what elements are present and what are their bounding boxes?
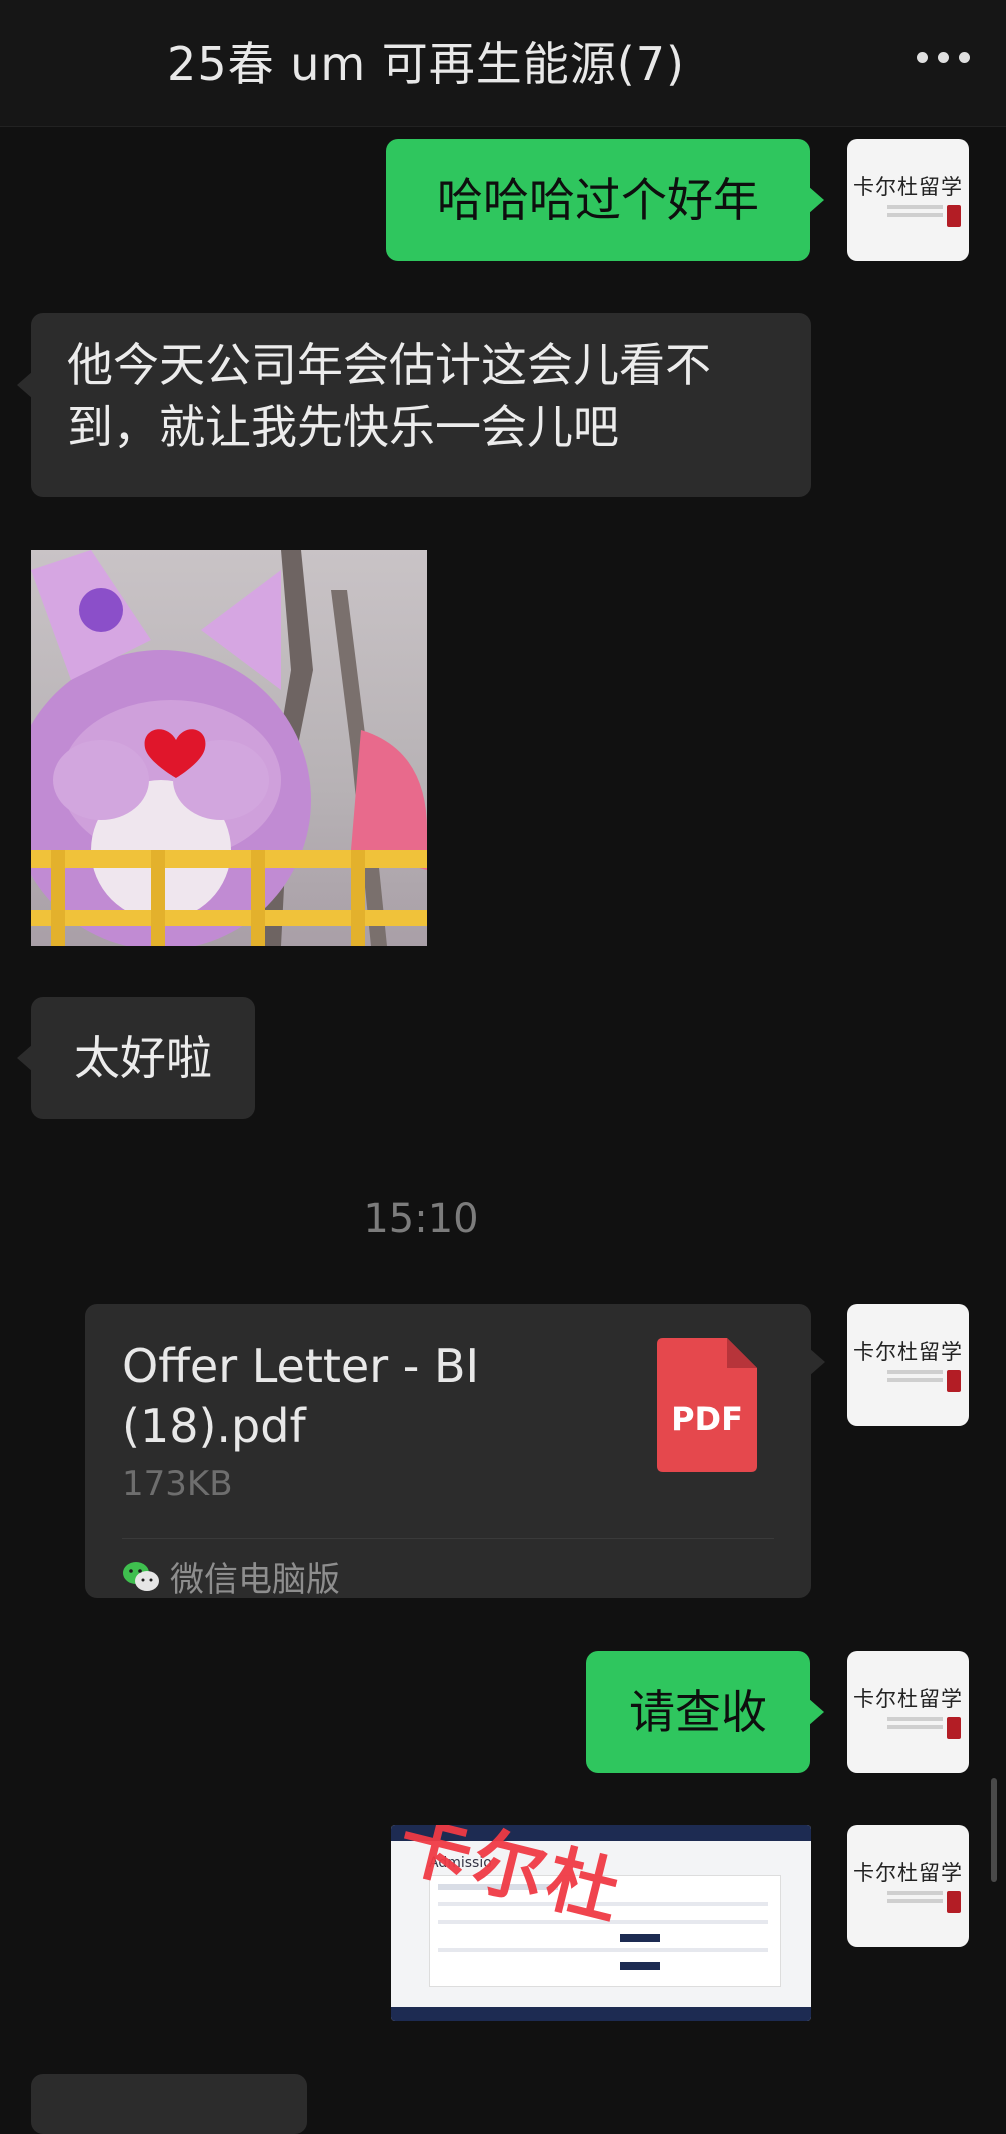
pdf-badge: PDF (671, 1400, 743, 1438)
message-bubble-sent[interactable]: 请查收 (586, 1651, 824, 1773)
message-bubble-received[interactable]: 他今天公司年会估计这会儿看不到，就让我先快乐一会儿吧 (17, 313, 811, 497)
seal-icon (947, 1370, 961, 1392)
file-size: 173KB (122, 1464, 233, 1504)
seal-icon (947, 1891, 961, 1913)
file-source: 微信电脑版 (122, 1552, 340, 1601)
file-name: Offer Letter - BI (18).pdf (122, 1339, 480, 1453)
chat-title: 25春 um 可再生能源(7) (167, 37, 685, 91)
avatar[interactable]: 卡尔杜留学 (847, 1304, 969, 1426)
avatar[interactable]: 卡尔杜留学 (847, 1825, 969, 1947)
divider (122, 1538, 774, 1539)
avatar-text: 卡尔杜留学 (853, 1687, 963, 1711)
seal-icon (947, 1717, 961, 1739)
seal-icon (947, 205, 961, 227)
message-bubble-received[interactable] (31, 2074, 307, 2134)
wechat-icon (123, 1561, 159, 1591)
pdf-file-icon: PDF (657, 1338, 757, 1472)
message-bubble-received[interactable]: 太好啦 (17, 997, 255, 1119)
sticker-image[interactable] (31, 550, 427, 946)
avatar[interactable]: 卡尔杜留学 (847, 139, 969, 261)
file-message[interactable]: Offer Letter - BI (18).pdf 173KB PDF 微信电… (85, 1304, 825, 1601)
timestamp: 15:10 (363, 1196, 479, 1242)
message-text: 请查收 (629, 1685, 767, 1739)
avatar-text: 卡尔杜留学 (853, 175, 963, 199)
message-text: 哈哈哈过个好年 (437, 173, 759, 227)
chat-header: 25春 um 可再生能源(7) (0, 0, 1006, 127)
message-text: 太好啦 (74, 1031, 212, 1085)
scrollbar[interactable] (991, 1778, 997, 1882)
ellipsis-icon[interactable] (917, 52, 970, 63)
avatar[interactable]: 卡尔杜留学 (847, 1651, 969, 1773)
message-text: 他今天公司年会估计这会儿看不到，就让我先快乐一会儿吧 (67, 338, 711, 454)
avatar-text: 卡尔杜留学 (853, 1861, 963, 1885)
sticker-illustration (31, 550, 427, 946)
source-label: 微信电脑版 (170, 1560, 340, 1600)
screenshot-image[interactable]: Admissio 卡尔杜 (391, 1825, 811, 2021)
message-bubble-sent[interactable]: 哈哈哈过个好年 (386, 139, 824, 261)
avatar-text: 卡尔杜留学 (853, 1340, 963, 1364)
